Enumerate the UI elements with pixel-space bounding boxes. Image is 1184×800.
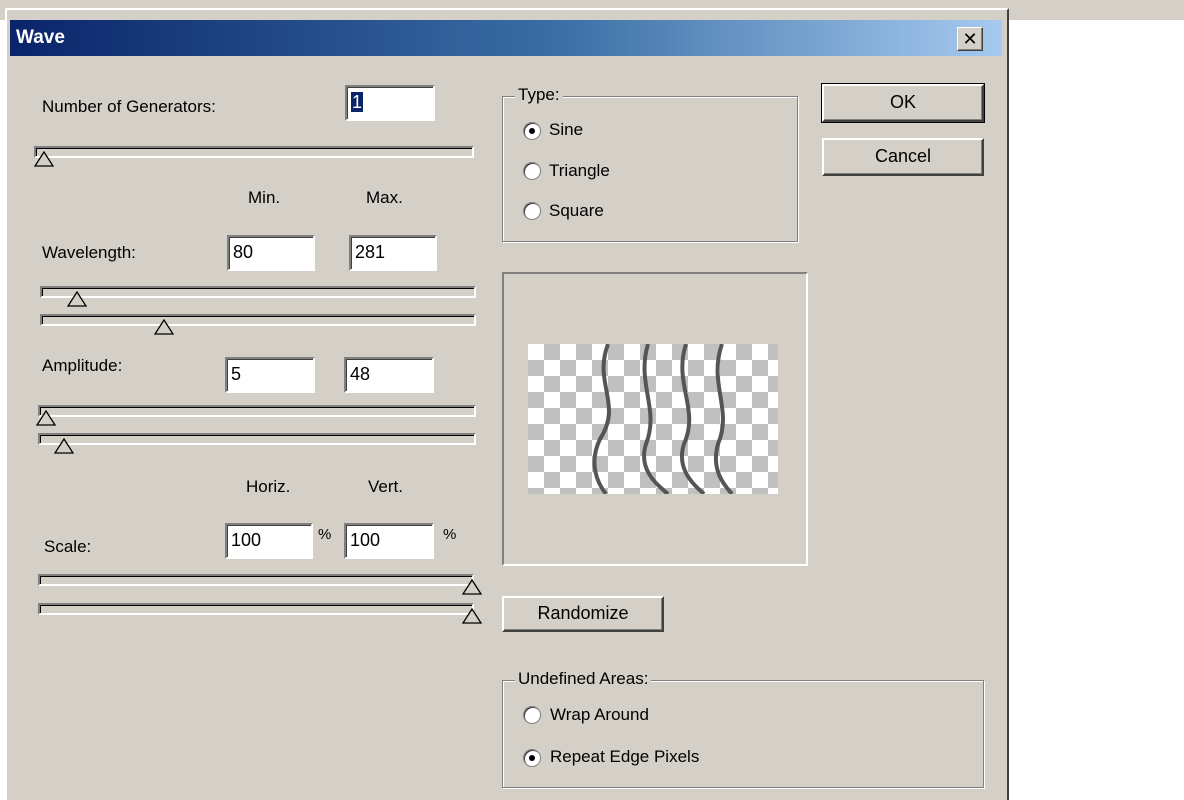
undefined-areas-legend: Undefined Areas: [515,669,652,689]
amplitude-max-value: 48 [350,364,371,384]
wave-preview [502,272,808,566]
wavelength-label: Wavelength: [42,243,136,262]
max-header: Max. [366,188,403,207]
wavelength-min-value: 80 [233,242,254,262]
horiz-header: Horiz. [246,477,291,496]
cancel-button[interactable]: Cancel [822,138,984,176]
wavelength-min-slider-thumb[interactable] [67,291,87,307]
amplitude-min-input[interactable]: 5 [225,357,315,393]
generators-slider-thumb[interactable] [34,151,54,167]
wavelength-min-input[interactable]: 80 [227,235,315,271]
amplitude-max-slider-thumb[interactable] [54,438,74,454]
randomize-button[interactable]: Randomize [502,596,664,632]
amplitude-label: Amplitude: [42,356,123,375]
wavelength-max-slider-track[interactable] [40,314,476,326]
scale-vert-percent: % [443,526,457,543]
repeat-edge-pixels-label[interactable]: Repeat Edge Pixels [550,747,699,767]
dialog-title: Wave [16,27,65,48]
scale-label: Scale: [44,537,92,556]
close-button[interactable]: ✕ [957,27,983,51]
wavelength-max-input[interactable]: 281 [349,235,437,271]
type-sine-radio[interactable] [523,122,541,140]
preview-wave-lines [592,344,734,494]
amplitude-min-slider-track[interactable] [38,405,476,417]
generators-value: 1 [351,92,364,112]
type-group: Type: [502,85,798,242]
amplitude-max-slider-track[interactable] [38,433,476,445]
wavelength-max-value: 281 [355,242,386,262]
scale-vert-value: 100 [350,530,381,550]
amplitude-max-input[interactable]: 48 [344,357,434,393]
title-bar[interactable]: Wave [10,20,1002,56]
scale-horiz-slider-track[interactable] [38,574,474,586]
vert-header: Vert. [368,477,403,496]
generators-slider-track[interactable] [34,146,474,158]
generators-input[interactable]: 1 [345,85,435,121]
wrap-around-label[interactable]: Wrap Around [550,705,649,725]
scale-horiz-input[interactable]: 100 [225,523,313,559]
scale-horiz-percent: % [318,526,332,543]
type-triangle-label[interactable]: Triangle [549,161,610,181]
amplitude-min-value: 5 [231,364,242,384]
type-triangle-radio[interactable] [523,162,541,180]
wrap-around-radio[interactable] [523,706,541,724]
close-icon: ✕ [962,29,978,49]
undefined-areas-group: Undefined Areas: [502,669,984,788]
type-group-legend: Type: [515,85,563,105]
scale-vert-slider-thumb[interactable] [462,608,482,624]
min-header: Min. [248,188,281,207]
amplitude-min-slider-thumb[interactable] [36,410,56,426]
wavelength-min-slider-track[interactable] [40,286,476,298]
generators-label: Number of Generators: [42,97,216,116]
scale-vert-slider-track[interactable] [38,603,474,615]
scale-horiz-value: 100 [231,530,262,550]
ok-button[interactable]: OK [821,83,985,123]
type-square-radio[interactable] [523,202,541,220]
scale-vert-input[interactable]: 100 [344,523,434,559]
wavelength-max-slider-thumb[interactable] [154,319,174,335]
repeat-edge-pixels-radio[interactable] [523,749,541,767]
type-square-label[interactable]: Square [549,201,604,221]
type-sine-label[interactable]: Sine [549,120,583,140]
scale-horiz-slider-thumb[interactable] [462,579,482,595]
